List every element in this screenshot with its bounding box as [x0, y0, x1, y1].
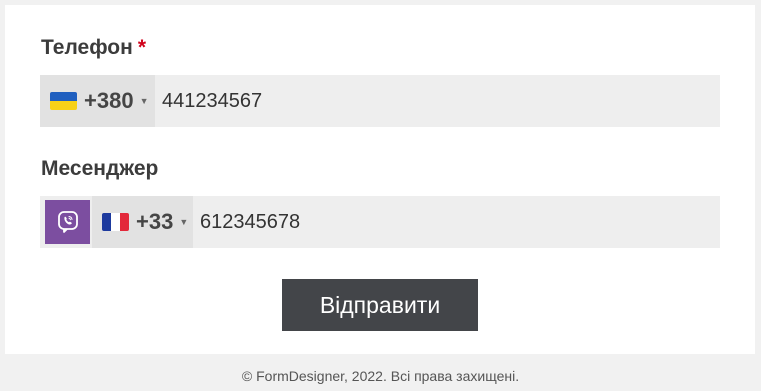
flag-france-icon	[102, 213, 129, 231]
phone-label: Телефон *	[41, 36, 146, 60]
messenger-country-select[interactable]: +33 ▼	[92, 196, 193, 248]
form-card: Телефон* +380 ▼ Месенджер	[5, 5, 755, 354]
messenger-phone-input[interactable]	[200, 196, 710, 248]
phone-field: +380 ▼	[40, 75, 720, 127]
caret-down-icon: ▼	[179, 217, 189, 227]
phone-dial-code: +380	[84, 88, 134, 113]
flag-ukraine-icon	[50, 92, 77, 110]
viber-icon[interactable]	[45, 200, 90, 244]
messenger-dial-code: +33	[136, 209, 174, 234]
footer-copyright: © FormDesigner, 2022. Всі права захищені…	[241, 368, 520, 384]
submit-button[interactable]: Відправити	[282, 279, 478, 331]
phone-label-text: Телефон	[41, 36, 133, 59]
phone-country-select[interactable]: +380 ▼	[40, 75, 155, 127]
messenger-label: Месенджер	[41, 157, 159, 180]
phone-input[interactable]	[162, 75, 712, 127]
required-asterisk: *	[137, 36, 147, 59]
viber-phone-icon	[57, 211, 78, 233]
messenger-field: +33 ▼	[40, 196, 720, 248]
caret-down-icon: ▼	[139, 96, 149, 106]
